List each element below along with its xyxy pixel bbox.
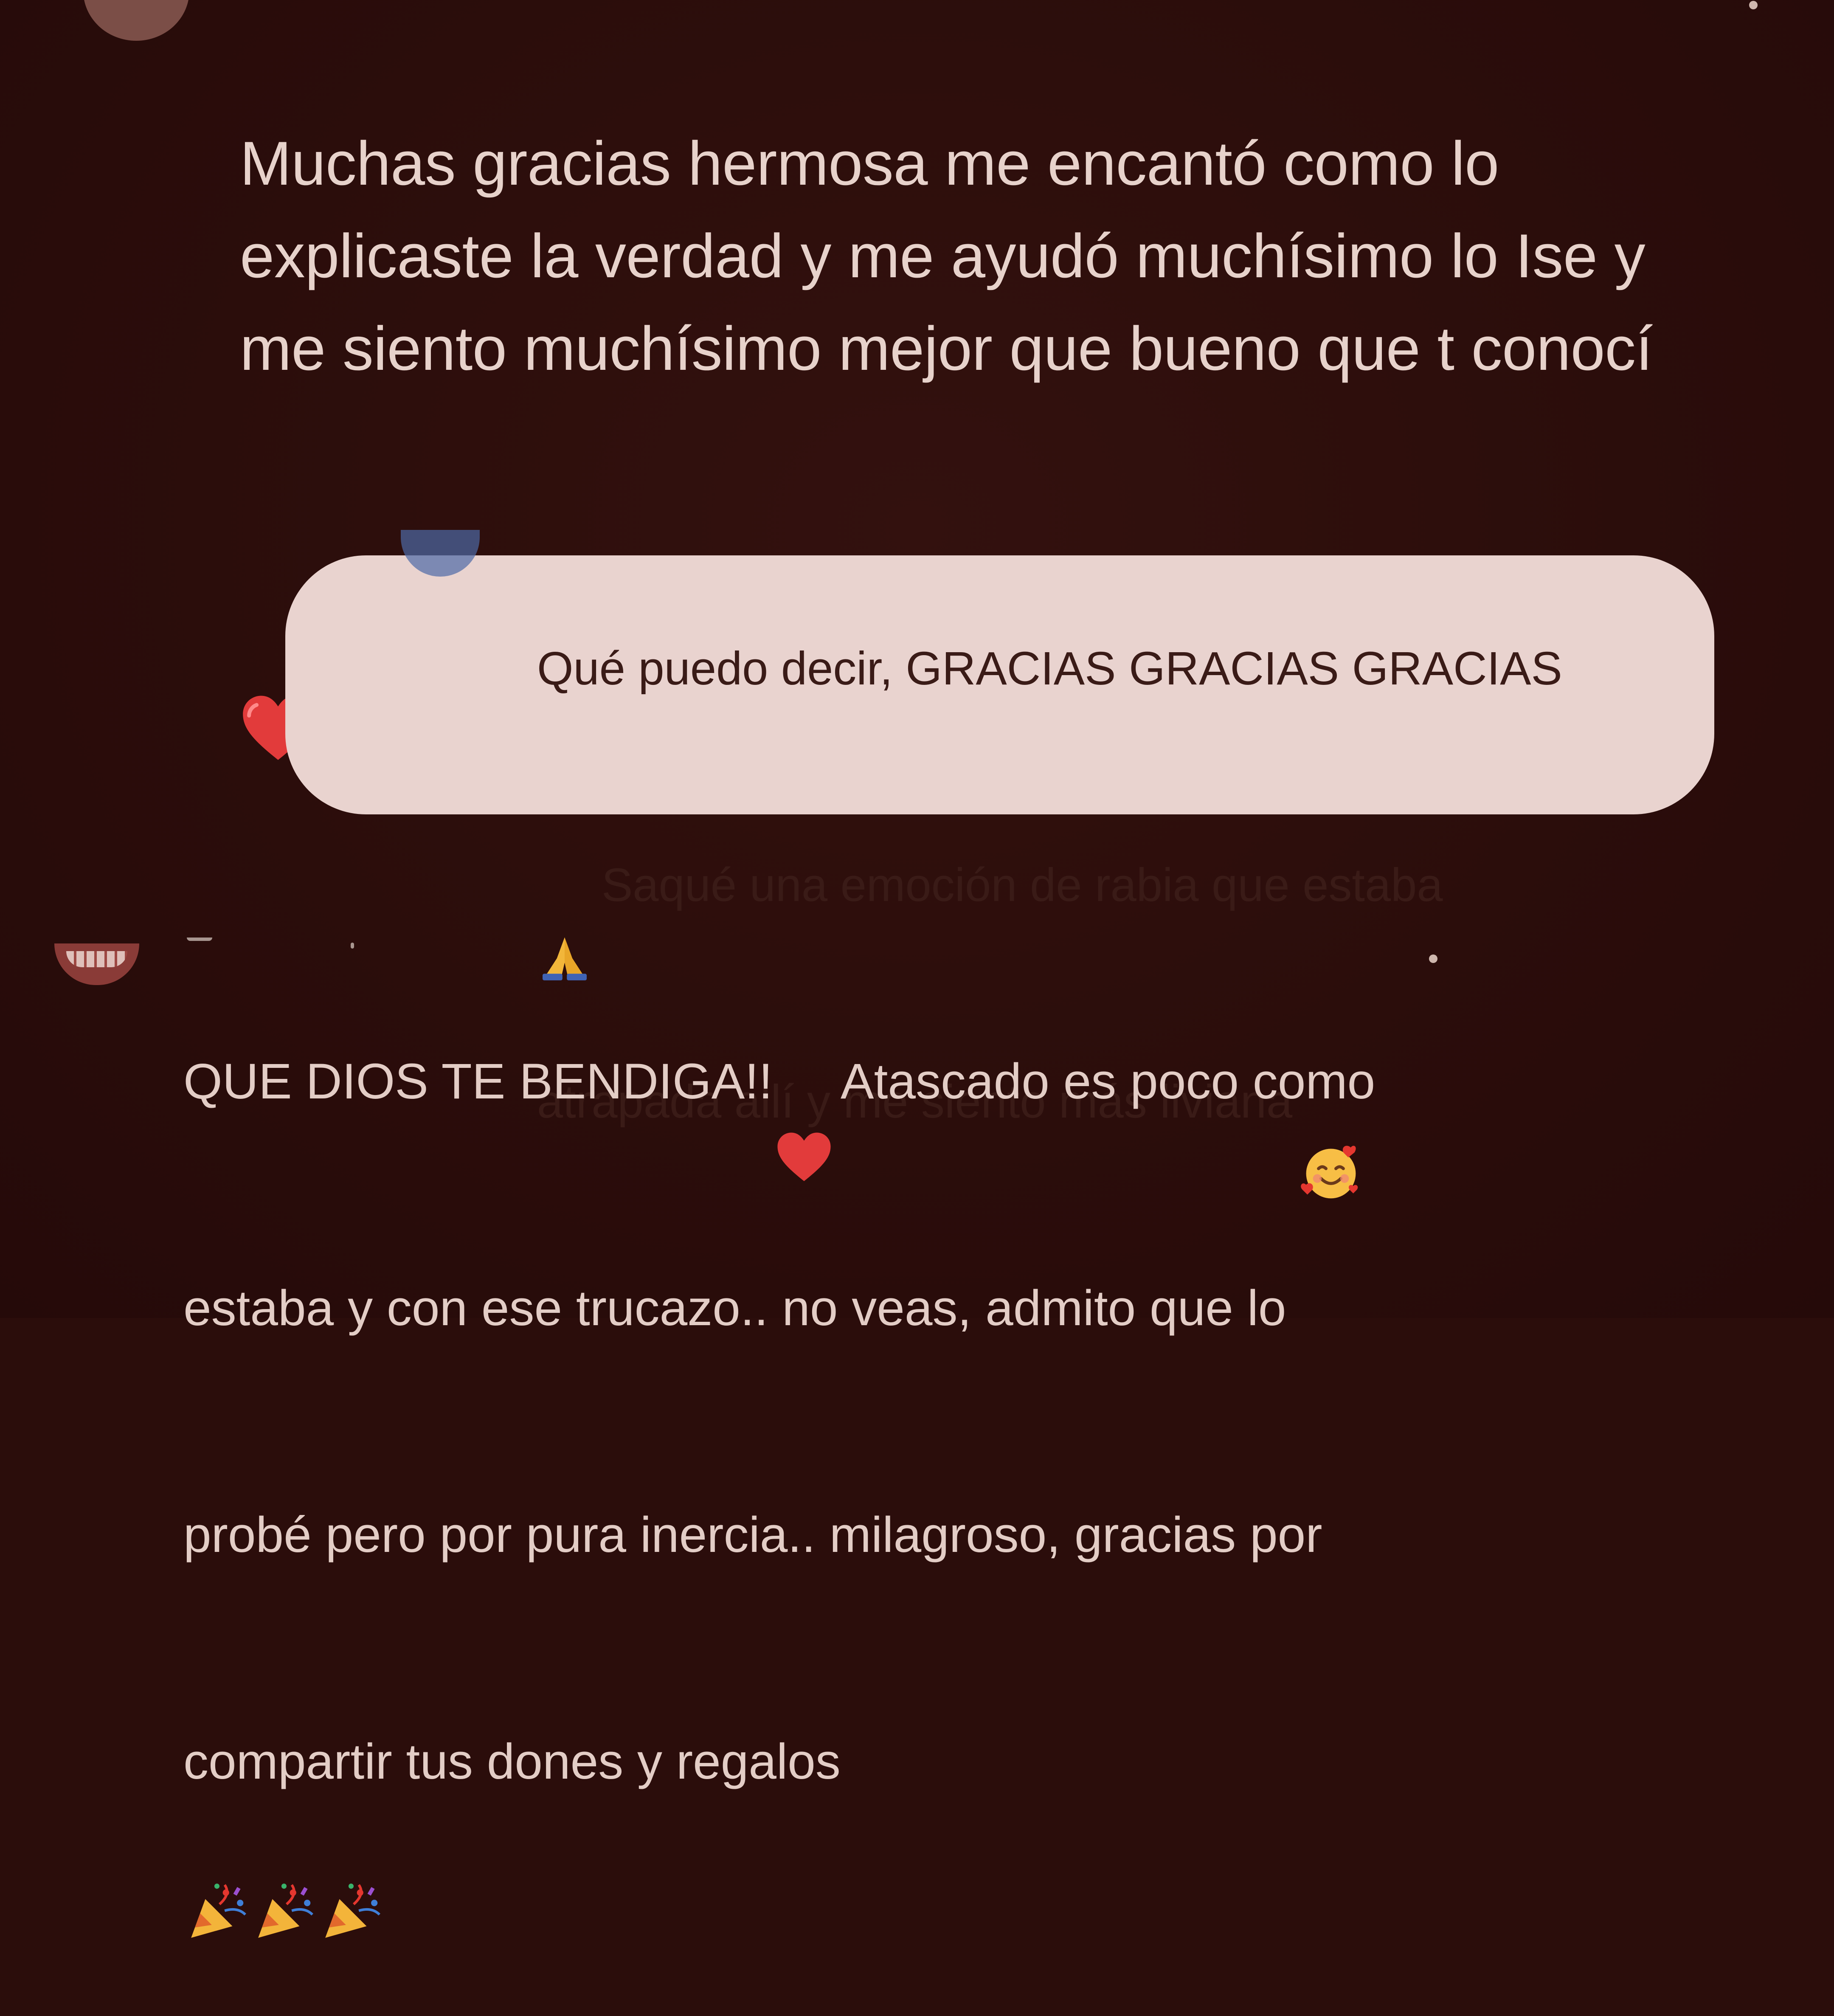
avatar[interactable]: [54, 943, 139, 985]
comment-text: Muchas gracias hermosa me encantó como l…: [240, 129, 1653, 383]
more-options-icon[interactable]: [1429, 955, 1437, 963]
comment-body: QUE DIOS TE BENDIGA!! Atascado es poco c…: [183, 968, 1457, 1938]
red-heart-icon: [775, 1056, 833, 1181]
comment-text-line: Qué puedo decir, GRACIAS GRACIAS GRACIAS: [537, 642, 1562, 695]
comments-screenshot: Muchas gracias hermosa me encantó como l…: [0, 0, 1834, 1938]
comment-text-line: QUE DIOS TE BENDIGA!!: [183, 1053, 773, 1109]
comment-text-line: Atascado es poco como: [840, 1053, 1376, 1109]
comment-text-line: Saqué una emoción de rabia que estaba: [602, 859, 1443, 911]
party-popper-icon: [320, 1805, 385, 1938]
avatar[interactable]: [83, 0, 189, 41]
comment-text-line: compartir tus dones y regalos: [183, 1734, 841, 1790]
comment-text-line: estaba y con ese trucazo.. no veas, admi…: [183, 1280, 1286, 1336]
party-popper-icon: [186, 1805, 250, 1938]
more-options-icon[interactable]: [1749, 1, 1758, 9]
party-popper-icon: [253, 1805, 318, 1938]
comment-text-line: probé pero por pura inercia.. milagroso,…: [183, 1507, 1322, 1563]
folded-hands-icon: [537, 859, 592, 980]
